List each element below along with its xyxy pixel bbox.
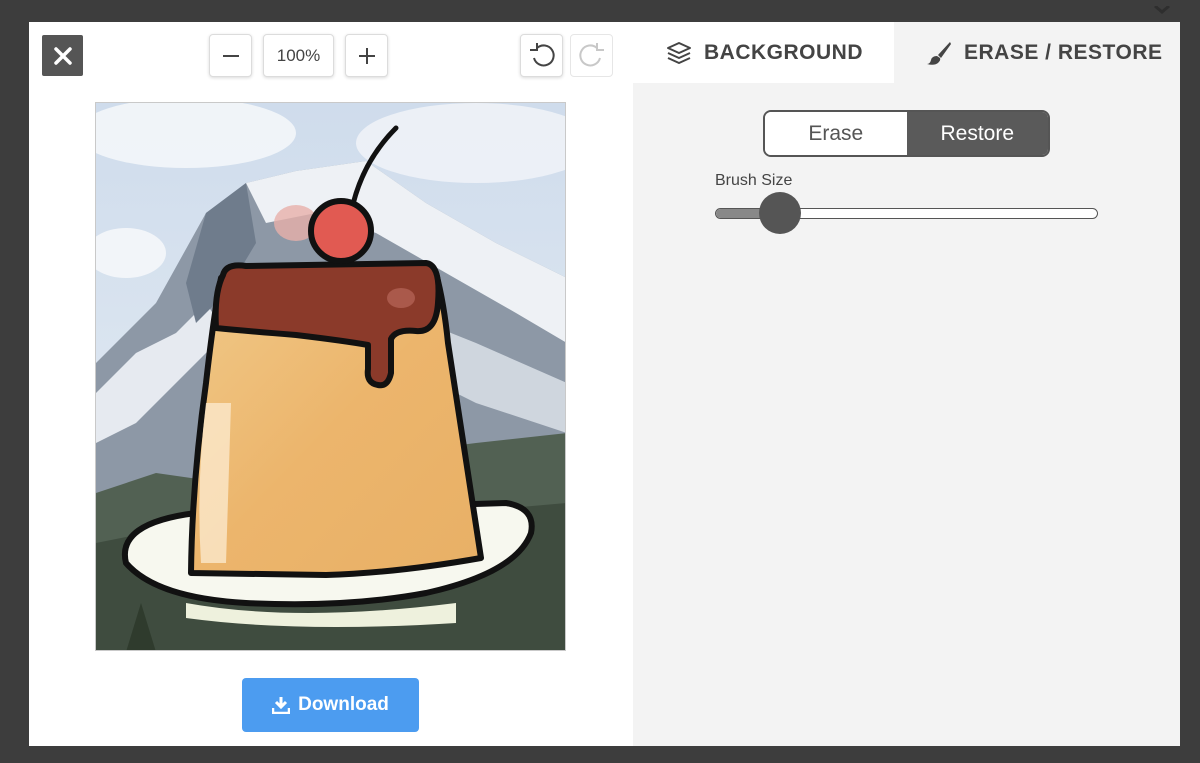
tab-background-label: BACKGROUND bbox=[704, 40, 863, 64]
tab-erase-restore-label: ERASE / RESTORE bbox=[964, 40, 1163, 64]
edited-image bbox=[96, 103, 565, 650]
brush-icon bbox=[927, 41, 951, 65]
editing-canvas[interactable] bbox=[95, 102, 566, 651]
zoom-in-button[interactable] bbox=[345, 34, 388, 77]
undo-icon bbox=[529, 42, 555, 66]
image-editor-modal: 100% Download BACKGROUND ERASE / RESTORE… bbox=[29, 22, 1180, 746]
editor-canvas-pane: 100% Download bbox=[29, 22, 633, 746]
tools-panel: BACKGROUND ERASE / RESTORE Erase Restore… bbox=[633, 22, 1180, 746]
layers-icon bbox=[667, 41, 691, 64]
background-close-icon bbox=[1150, 4, 1174, 22]
plus-icon bbox=[358, 47, 375, 64]
restore-option[interactable]: Restore bbox=[906, 112, 1048, 155]
tab-background[interactable]: BACKGROUND bbox=[633, 22, 894, 83]
download-button-label: Download bbox=[298, 694, 389, 715]
brush-size-label: Brush Size bbox=[715, 172, 793, 189]
close-button[interactable] bbox=[42, 35, 83, 76]
erase-restore-toggle: Erase Restore bbox=[763, 110, 1050, 157]
zoom-out-button[interactable] bbox=[209, 34, 252, 77]
zoom-level-display: 100% bbox=[263, 34, 334, 77]
minus-icon bbox=[222, 54, 239, 57]
download-button[interactable]: Download bbox=[242, 678, 419, 732]
tab-erase-restore[interactable]: ERASE / RESTORE bbox=[894, 22, 1180, 83]
redo-button[interactable] bbox=[570, 34, 613, 77]
undo-button[interactable] bbox=[520, 34, 563, 77]
brush-size-slider-thumb[interactable] bbox=[759, 192, 802, 234]
erase-option[interactable]: Erase bbox=[765, 112, 907, 155]
redo-icon bbox=[578, 42, 604, 66]
close-icon bbox=[53, 46, 72, 65]
download-icon bbox=[272, 697, 291, 714]
